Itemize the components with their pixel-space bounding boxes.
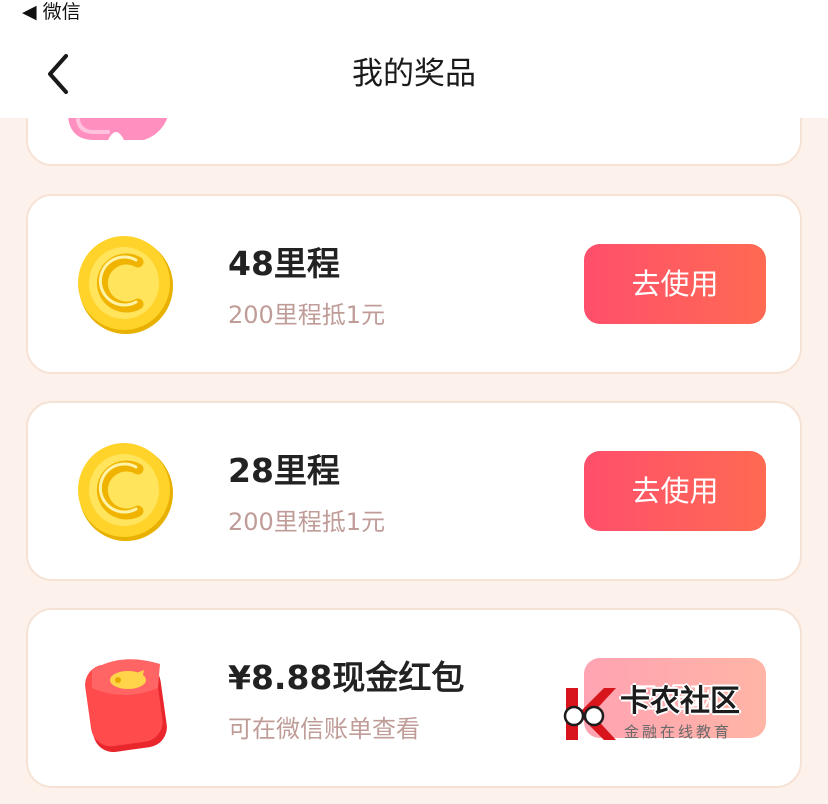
navigation-bar: 我的奖品 — [0, 30, 828, 118]
red-envelope-icon — [85, 659, 167, 753]
watermark-brand: 卡农社区 — [620, 684, 740, 719]
prize-card: 28里程 200里程抵1元 去使用 — [26, 401, 802, 581]
prize-title: 48里程 — [228, 244, 340, 283]
prize-card: 48里程 200里程抵1元 去使用 — [26, 194, 802, 374]
return-to-app-link[interactable]: ◀ 微信 — [22, 0, 81, 24]
status-bar: ◀ 微信 — [0, 0, 828, 30]
watermark-logo-icon — [563, 688, 616, 740]
use-button[interactable]: 去使用 — [584, 451, 766, 531]
prize-title: ¥8.88现金红包 — [228, 658, 465, 697]
gold-coin-icon — [78, 443, 173, 541]
prize-title: 28里程 — [228, 451, 340, 490]
prize-description: 200里程抵1元 — [228, 508, 386, 536]
gold-coin-icon — [78, 236, 173, 334]
prize-description: 200里程抵1元 — [228, 301, 386, 329]
page-title: 我的奖品 — [352, 56, 476, 92]
prize-description: 可在微信账单查看 — [228, 715, 420, 743]
use-button[interactable]: 去使用 — [584, 244, 766, 324]
watermark-slogan: 金融在线教育 — [624, 723, 733, 741]
watermark: 卡农社区 金融在线教育 — [560, 684, 760, 746]
